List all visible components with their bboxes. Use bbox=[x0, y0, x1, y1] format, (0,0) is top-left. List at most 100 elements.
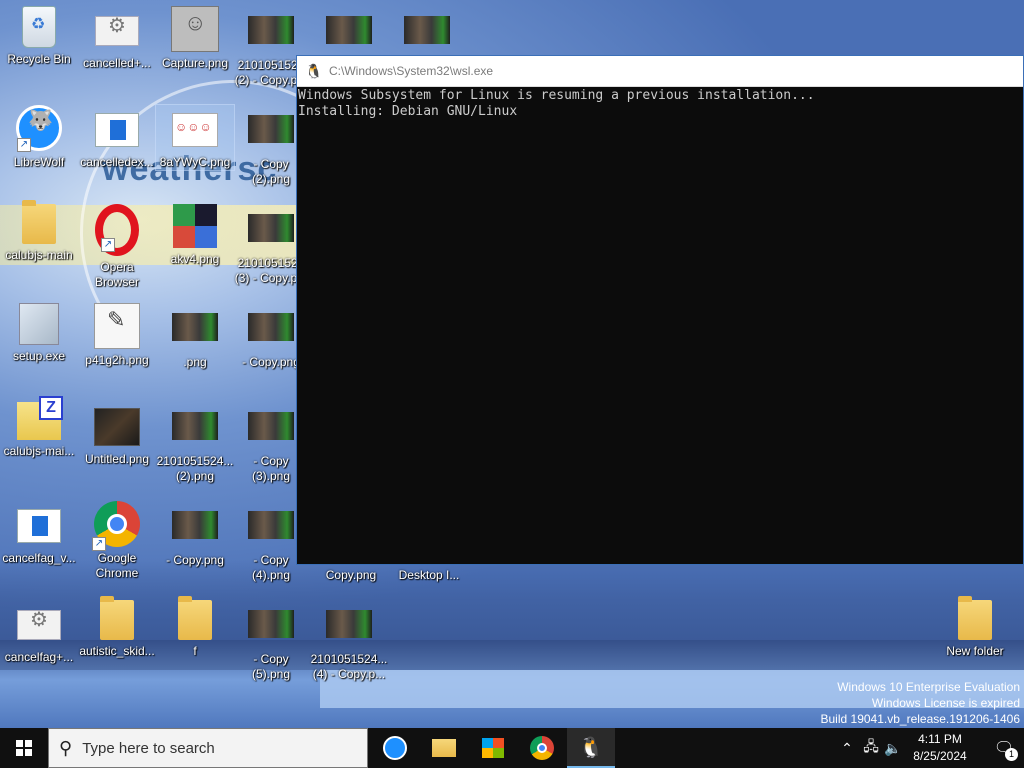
settings-file-icon bbox=[17, 610, 61, 640]
search-icon: ⚲ bbox=[59, 737, 73, 758]
icon-label: cancelfag_v... bbox=[2, 551, 76, 565]
console-output[interactable]: Windows Subsystem for Linux is resuming … bbox=[297, 87, 1023, 120]
desktop-icon-autistic-skid[interactable]: autistic_skid... bbox=[78, 596, 156, 659]
desktop-icon-8aywyc[interactable]: 8aYWyC.png bbox=[155, 104, 235, 171]
image-thumbnail-icon bbox=[404, 16, 450, 44]
clock-time: 4:11 PM bbox=[918, 732, 962, 746]
desktop-icon-p41g2h[interactable]: p41g2h.png bbox=[78, 303, 156, 368]
windows-logo-icon bbox=[16, 740, 32, 756]
desktop-icon-setup[interactable]: setup.exe bbox=[0, 303, 78, 364]
icon-label: calubjs-mai... bbox=[3, 444, 75, 458]
folder-icon bbox=[22, 200, 56, 244]
action-center-button[interactable]: 🗨 1 bbox=[984, 728, 1024, 768]
desktop-icon-desktop-i[interactable]: Desktop I... bbox=[390, 568, 468, 583]
clock-date: 8/25/2024 bbox=[913, 749, 967, 763]
librewolf-icon bbox=[383, 736, 407, 760]
tux-icon: 🐧 bbox=[305, 63, 323, 79]
icon-label: 2101051524... (4) - Copy.p... bbox=[310, 652, 388, 681]
image-thumbnail-icon bbox=[248, 511, 294, 539]
desktop-icon-copy-png-2[interactable]: - Copy.png bbox=[156, 501, 234, 568]
desktop-icon-new-folder[interactable]: New folder bbox=[936, 596, 1014, 659]
opera-icon bbox=[95, 204, 139, 256]
desktop-icon-chrome[interactable]: Google Chrome bbox=[78, 501, 156, 581]
desktop-icon-hidden-2[interactable] bbox=[388, 6, 466, 58]
icon-label: cancelfag+... bbox=[4, 650, 74, 664]
icon-label: akv4.png bbox=[170, 252, 220, 266]
desktop-icon-cancelledex[interactable]: cancelledex... bbox=[78, 105, 156, 170]
desktop-icon-librewolf[interactable]: LibreWolf bbox=[0, 105, 78, 170]
icon-label: calubjs-main bbox=[5, 248, 73, 262]
image-thumbnail-icon bbox=[326, 610, 372, 638]
image-thumbnail-icon bbox=[172, 113, 218, 147]
taskbar: ⚲ Type here to search 🐧 ⌃ 🖧 🔈 4:11 PM 8/… bbox=[0, 728, 1024, 768]
desktop-icon-untitled[interactable]: Untitled.png bbox=[78, 402, 156, 467]
folder-icon bbox=[958, 596, 992, 640]
activation-watermark: Windows 10 Enterprise Evaluation Windows… bbox=[821, 679, 1021, 727]
window-file-icon bbox=[95, 113, 139, 147]
watermark-license: Windows License is expired bbox=[871, 696, 1020, 710]
desktop-icon-hidden-1[interactable] bbox=[310, 6, 388, 58]
icon-label: Untitled.png bbox=[84, 452, 150, 466]
desktop-icon-img-2-png[interactable]: 2101051524... (2).png bbox=[156, 402, 234, 484]
image-thumbnail-icon bbox=[248, 16, 294, 44]
image-thumbnail-icon bbox=[326, 16, 372, 44]
icon-label: cancelled+... bbox=[83, 56, 151, 70]
watermark-edition: Windows 10 Enterprise Evaluation bbox=[837, 680, 1020, 694]
image-thumbnail-icon bbox=[172, 412, 218, 440]
console-title: C:\Windows\System32\wsl.exe bbox=[329, 64, 494, 78]
icon-label: .png bbox=[183, 355, 207, 369]
desktop-icon-cancelled-plus[interactable]: cancelled+... bbox=[78, 6, 156, 71]
image-thumbnail-icon bbox=[248, 214, 294, 242]
icon-label: Capture.png bbox=[161, 56, 229, 70]
desktop-icon-capture[interactable]: Capture.png bbox=[156, 6, 234, 71]
start-button[interactable] bbox=[0, 728, 48, 768]
desktop-icon-calubjs-zip[interactable]: calubjs-mai... bbox=[0, 396, 78, 459]
desktop-icon-copy-5-png[interactable]: - Copy (5).png bbox=[232, 600, 310, 682]
image-thumbnail-icon bbox=[248, 412, 294, 440]
volume-icon: 🔈 bbox=[884, 739, 902, 756]
desktop-icon-img-4-copy[interactable]: 2101051524... (4) - Copy.p... bbox=[310, 600, 388, 682]
tray-network[interactable]: 🖧 bbox=[860, 728, 882, 768]
chrome-icon bbox=[92, 501, 140, 551]
icon-label: p41g2h.png bbox=[85, 353, 149, 367]
tray-volume[interactable]: 🔈 bbox=[882, 728, 904, 768]
console-titlebar[interactable]: 🐧 C:\Windows\System32\wsl.exe bbox=[297, 56, 1023, 87]
wsl-console-window[interactable]: 🐧 C:\Windows\System32\wsl.exe Windows Su… bbox=[296, 55, 1024, 565]
taskbar-search-box[interactable]: ⚲ Type here to search bbox=[48, 728, 368, 768]
librewolf-icon bbox=[16, 105, 62, 152]
icon-label: Recycle Bin bbox=[7, 52, 71, 66]
desktop-icon-f-folder[interactable]: f bbox=[156, 596, 234, 659]
taskbar-chrome[interactable] bbox=[518, 728, 566, 768]
icon-label: f bbox=[193, 644, 197, 658]
desktop-icon-recycle-bin[interactable]: Recycle Bin bbox=[0, 6, 78, 67]
desktop-icon-cancelfag-v[interactable]: cancelfag_v... bbox=[0, 501, 78, 566]
image-thumbnail-icon bbox=[94, 408, 140, 446]
desktop-icon-dotpng[interactable]: .png bbox=[156, 303, 234, 370]
folder-icon bbox=[178, 596, 212, 640]
icon-label: 2101051524... (2).png bbox=[156, 454, 234, 483]
icon-label: Google Chrome bbox=[95, 551, 139, 580]
desktop-icon-calubjs-main[interactable]: calubjs-main bbox=[0, 200, 78, 263]
tray-chevron-up[interactable]: ⌃ bbox=[838, 728, 856, 768]
taskbar-clock[interactable]: 4:11 PM 8/25/2024 bbox=[905, 731, 975, 765]
icon-label: - Copy (5).png bbox=[251, 652, 291, 681]
taskbar-store[interactable] bbox=[469, 728, 517, 768]
icon-label: setup.exe bbox=[12, 349, 66, 363]
icon-label: - Copy.png bbox=[166, 553, 224, 567]
recycle-bin-icon bbox=[22, 6, 56, 48]
taskbar-librewolf[interactable] bbox=[371, 728, 419, 768]
folder-icon bbox=[100, 596, 134, 640]
image-thumbnail-icon bbox=[171, 6, 219, 52]
setup-exe-icon bbox=[19, 303, 59, 345]
desktop-icon-copy-png-3[interactable]: Copy.png bbox=[312, 568, 390, 583]
folder-icon bbox=[432, 739, 456, 757]
desktop-icon-cancelfag-plus[interactable]: cancelfag+... bbox=[0, 600, 78, 665]
search-placeholder: Type here to search bbox=[82, 739, 215, 757]
desktop-icon-akv4[interactable]: akv4.png bbox=[156, 204, 234, 267]
notification-badge: 1 bbox=[1005, 748, 1018, 761]
desktop-icon-opera[interactable]: Opera Browser bbox=[78, 204, 156, 290]
taskbar-wsl[interactable]: 🐧 bbox=[567, 728, 615, 768]
image-thumbnail-icon bbox=[172, 313, 218, 341]
chrome-icon bbox=[530, 736, 554, 760]
taskbar-file-explorer[interactable] bbox=[420, 728, 468, 768]
